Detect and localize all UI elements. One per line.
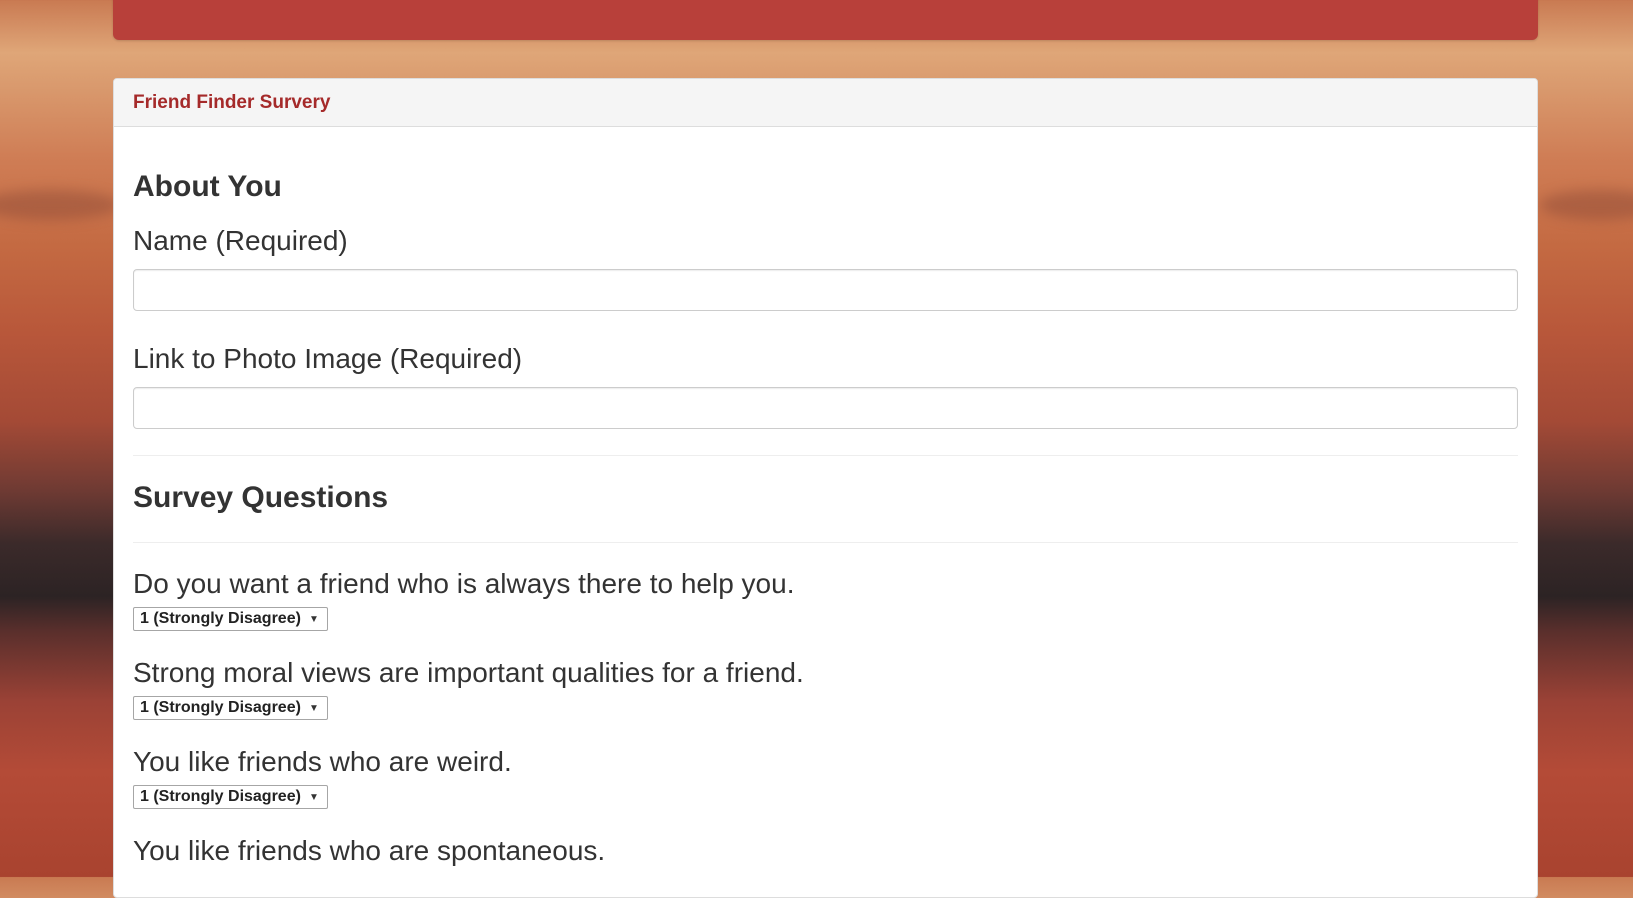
survey-questions-heading: Survey Questions <box>133 481 389 514</box>
question-item: You like friends who are weird. 1 (Stron… <box>133 745 1518 809</box>
answer-select-value: 1 (Strongly Disagree) <box>140 788 301 805</box>
name-input[interactable] <box>133 269 1518 311</box>
question-item: You like friends who are spontaneous. <box>133 834 1518 868</box>
chevron-down-icon: ▼ <box>308 791 319 803</box>
question-text: You like friends who are weird. <box>133 746 512 777</box>
panel-title: Friend Finder Survery <box>133 92 331 113</box>
survey-panel: Friend Finder Survery About You Name (Re… <box>113 78 1538 898</box>
photo-link-input[interactable] <box>133 387 1518 429</box>
answer-select[interactable]: 1 (Strongly Disagree) ▼ <box>133 607 328 631</box>
background-cloud <box>0 190 120 220</box>
background-cloud <box>1540 190 1633 220</box>
chevron-down-icon: ▼ <box>308 613 319 625</box>
name-label: Name (Required) <box>133 225 348 256</box>
panel-body: About You Name (Required) Link to Photo … <box>114 127 1537 868</box>
question-text: Do you want a friend who is always there… <box>133 568 795 599</box>
chevron-down-icon: ▼ <box>308 702 319 714</box>
question-text: Strong moral views are important qualiti… <box>133 657 804 688</box>
answer-select[interactable]: 1 (Strongly Disagree) ▼ <box>133 696 328 720</box>
answer-select-value: 1 (Strongly Disagree) <box>140 610 301 627</box>
top-banner <box>113 0 1538 40</box>
question-item: Strong moral views are important qualiti… <box>133 656 1518 720</box>
section-divider <box>133 455 1518 456</box>
about-you-heading: About You <box>133 170 282 203</box>
photo-link-label: Link to Photo Image (Required) <box>133 343 523 374</box>
question-text: You like friends who are spontaneous. <box>133 835 606 866</box>
section-divider <box>133 542 1518 543</box>
answer-select[interactable]: 1 (Strongly Disagree) ▼ <box>133 785 328 809</box>
question-item: Do you want a friend who is always there… <box>133 567 1518 631</box>
answer-select-value: 1 (Strongly Disagree) <box>140 699 301 716</box>
panel-heading: Friend Finder Survery <box>114 79 1537 127</box>
